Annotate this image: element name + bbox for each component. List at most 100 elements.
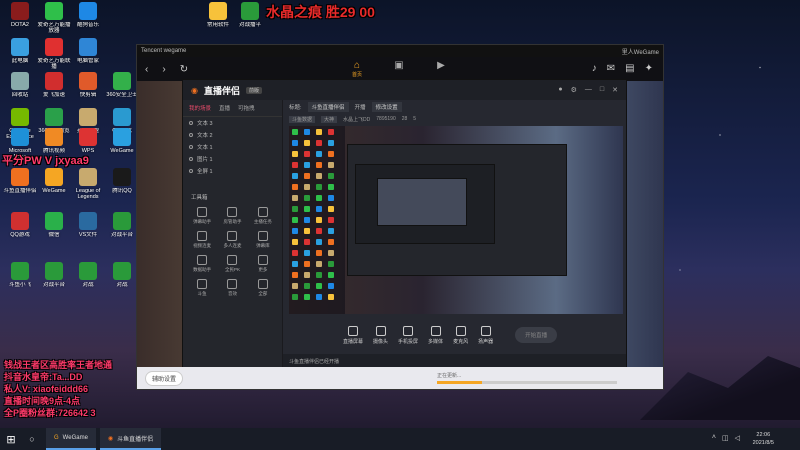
chat-icon[interactable]: ✉ [607,63,615,74]
desktop-icon[interactable]: 常用软件 [200,2,236,34]
tool-item[interactable]: 全部 [250,279,276,297]
start-live-button[interactable]: 开始直播 [515,327,558,343]
music-icon[interactable]: ♪ [592,63,597,74]
maximize-icon[interactable]: □ [600,86,604,94]
taskbar-clock[interactable]: 22:06 2021/8/5 [753,431,774,447]
tool-item[interactable]: 主播任务 [250,207,276,225]
desktop-icon[interactable]: 对战 [104,262,140,294]
desktop-icon[interactable]: 对战平台 [36,262,72,294]
chevron-up-icon[interactable]: ˄ [712,434,716,442]
desktop-icon[interactable]: 腾讯QQ [104,168,140,200]
volume-icon[interactable]: ◁ [735,434,740,442]
preview-icon [292,140,298,146]
desktop-icon[interactable]: 电脑管家 [70,38,106,70]
desktop-icon[interactable]: QQ游戏 [2,212,38,244]
preview-icon [328,173,334,179]
network-icon[interactable]: ◫ [722,434,729,442]
desktop-icon[interactable]: VS文件 [70,212,106,244]
tool-icon [227,207,238,217]
preview-icon [328,129,334,135]
tab-live[interactable]: 直播 [219,104,230,112]
desktop-icon[interactable]: 爱飞加速 [36,72,72,104]
desktop-icon[interactable]: 对战 [70,262,106,294]
tool-item[interactable]: 斗鱼 [189,279,215,297]
tool-item[interactable]: 弹幕库 [250,231,276,249]
preview-icon [292,151,298,157]
app-icon [11,2,29,20]
desktop-icon[interactable]: 回收站 [2,72,38,104]
tool-item[interactable]: 数据助手 [189,255,215,273]
assist-settings-button[interactable]: 辅助设置 [145,370,184,386]
desktop-icon[interactable]: 快剪辑 [70,72,106,104]
preview-icon [316,184,322,190]
desktop-icon[interactable]: 酷狗音乐 [70,2,106,34]
layer-item[interactable]: 文本 1 [183,141,282,153]
eye-icon [189,133,193,137]
stream-title-input[interactable]: 斗鱼直播伴侣 [307,102,349,112]
settings-field[interactable]: 修改设置 [371,102,402,112]
desktop-icon[interactable]: 此电脑 [2,38,38,70]
settings-icon[interactable]: ⚙ [571,86,577,94]
speaker-button[interactable]: 扬声器 [478,325,493,345]
phone-cast-button[interactable]: 手机投屏 [398,325,418,345]
preview-icon [316,272,322,278]
desktop-icon[interactable]: WeGame [36,168,72,200]
minimize-icon[interactable]: — [585,86,592,94]
tool-item[interactable]: 弹幕助手 [189,207,215,225]
preview-icon [304,129,310,135]
tool-item[interactable]: 多人连麦 [219,231,245,249]
desktop-icon[interactable]: 对战平台 [104,212,140,244]
desktop-icon[interactable]: DOTA2 [2,2,38,34]
tool-item[interactable]: 音效 [219,279,245,297]
media-button[interactable]: 多媒体 [428,325,443,345]
desktop-icon[interactable]: 斗鱼直播伴侣 [2,168,38,200]
screen-capture-button[interactable]: 直播屏幕 [343,325,363,345]
version-badge[interactable]: 前版 [246,86,263,94]
gift-icon[interactable]: ✦ [645,63,653,74]
taskbar-app-douyu[interactable]: ◉ 斗鱼直播伴侣 [99,428,162,450]
desktop-icon[interactable]: 爱奇艺万能联播 [36,38,72,70]
tool-icon [227,231,238,241]
layer-item[interactable]: 全屏 1 [183,165,282,177]
desktop-icon[interactable]: League of Legends [70,168,106,200]
tab-drag[interactable]: 可拖拽 [238,104,255,112]
preview-icon [328,261,334,267]
camera-button[interactable]: 摄像头 [373,325,388,345]
desktop-icon[interactable]: 爱奇艺万能播放器 [36,2,72,34]
back-icon[interactable]: ‹ [145,64,148,75]
layer-item[interactable]: 图片 1 [183,153,282,165]
avatar[interactable]: ● [558,86,562,94]
desktop-icon[interactable]: WeGame [104,128,140,160]
preview-icon [316,162,322,168]
preview-icon [316,151,322,157]
tool-icon [227,255,238,265]
tab-home[interactable]: ⌂ 首页 [347,60,367,78]
tool-item[interactable]: 更多 [250,255,276,273]
forward-icon[interactable]: › [162,64,165,75]
microphone-button[interactable]: 麦克风 [453,325,468,345]
close-icon[interactable]: ✕ [612,86,618,94]
desktop-icon[interactable]: 对战播平 [232,2,268,34]
refresh-icon[interactable]: ↻ [180,64,188,75]
desktop-icon[interactable]: 斗鱼小飞 [2,262,38,294]
desktop-icon[interactable]: 微信 [36,212,72,244]
layer-item[interactable]: 文本 3 [183,117,282,129]
preview-icon [304,206,310,212]
windows-start-icon[interactable]: ⊞ [0,433,22,446]
tab-media[interactable]: ▶ [431,60,451,78]
search-icon[interactable]: ○ [22,434,42,444]
tab-store[interactable]: ▣ [389,60,409,78]
tool-item[interactable]: 视频连麦 [189,231,215,249]
wegame-user[interactable]: 里人WeGame [622,47,659,56]
bag-icon[interactable]: ▤ [625,63,634,74]
tool-icon [257,207,268,217]
preview-icon [304,250,310,256]
tool-item[interactable]: 房管助手 [219,207,245,225]
tab-scenes[interactable]: 我的场景 [189,104,211,112]
layer-item[interactable]: 文本 2 [183,129,282,141]
preview-icon [328,140,334,146]
desktop-icon[interactable]: 360安全卫士 [104,72,140,104]
taskbar-app-wegame[interactable]: G WeGame [46,428,96,450]
overlay-left-top: 平分PW V jxyaa9 [2,155,89,167]
tool-item[interactable]: 全民PK [219,255,245,273]
